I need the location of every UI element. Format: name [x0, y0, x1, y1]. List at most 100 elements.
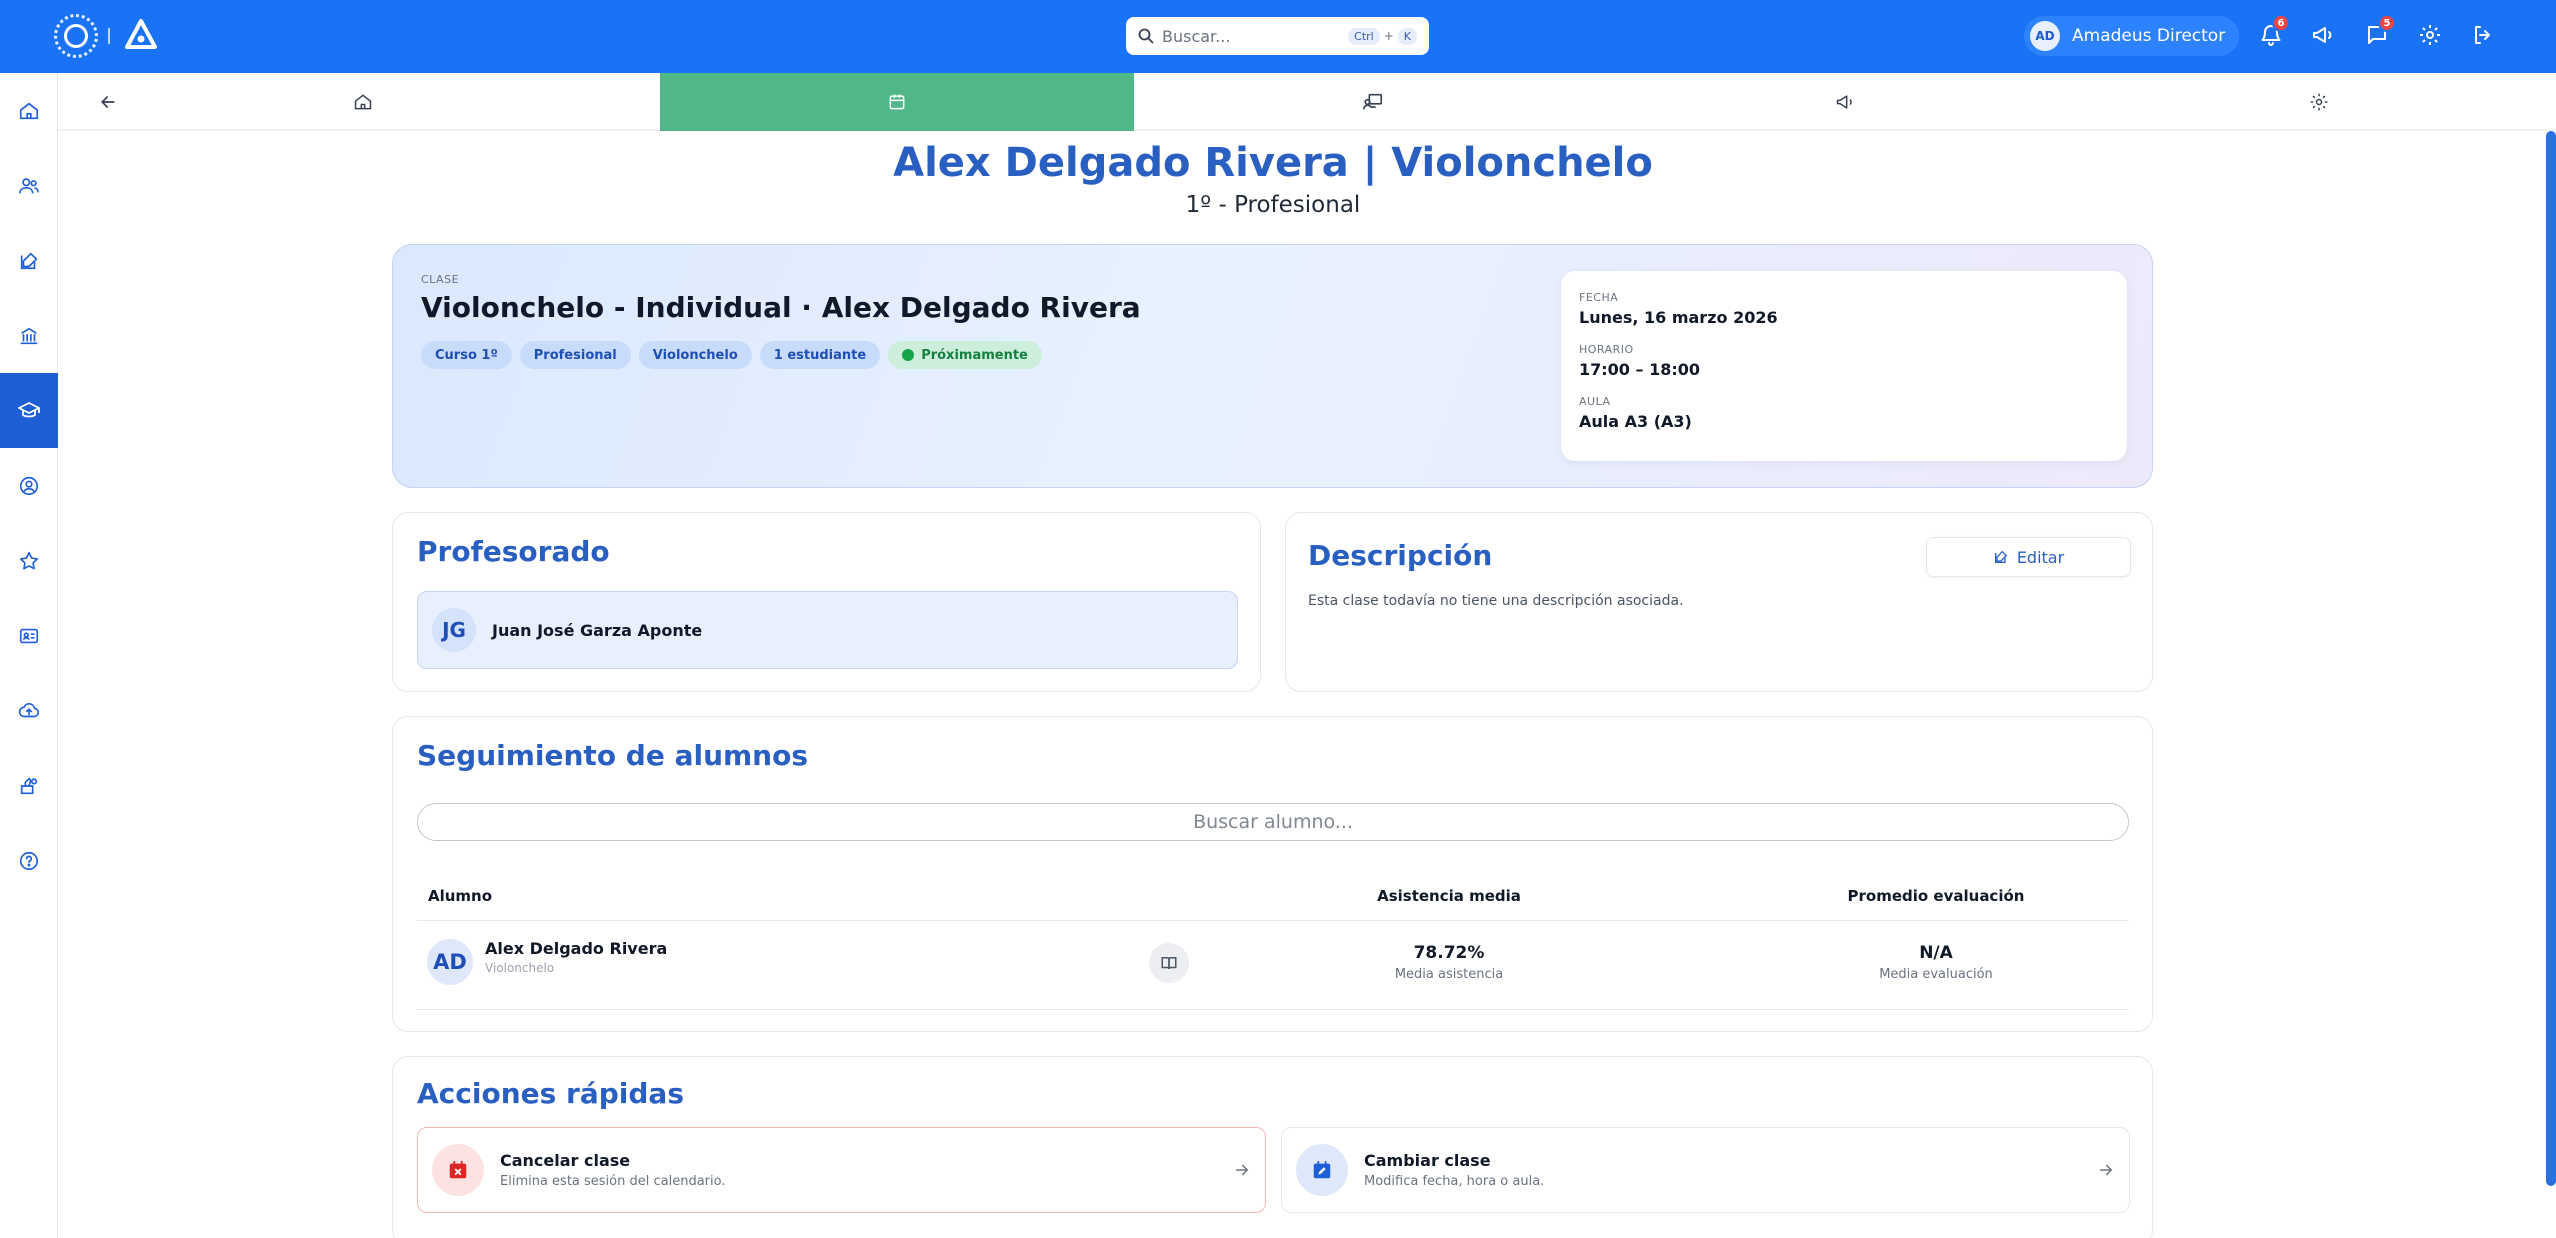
sidebar-item-users[interactable] — [0, 148, 58, 223]
left-sidebar — [0, 73, 58, 1238]
sidebar-item-payments[interactable] — [0, 748, 58, 823]
students-panel: Seguimiento de alumnos Alumno Asistencia… — [392, 716, 2153, 1032]
cancel-class-icon-wrap — [432, 1144, 484, 1196]
announcements-button[interactable] — [2308, 20, 2338, 50]
edit-description-button[interactable]: Editar — [1926, 537, 2131, 577]
teacher-name: Juan José Garza Aponte — [492, 620, 703, 640]
messages-badge: 5 — [2378, 14, 2396, 32]
evaluation-value: N/A — [1919, 943, 1953, 963]
gear-icon — [2310, 93, 2328, 111]
back-arrow-icon — [100, 96, 115, 108]
cancel-class-subtitle: Elimina esta sesión del calendario. — [500, 1174, 726, 1189]
class-kicker: CLASE — [421, 273, 460, 286]
payments-icon — [20, 776, 38, 794]
tab-home[interactable] — [338, 73, 388, 131]
gear-icon — [2420, 25, 2440, 45]
quick-actions-title: Acciones rápidas — [417, 1077, 684, 1110]
global-search[interactable]: Ctrl + K — [1126, 17, 1429, 55]
shortcut-key-k: K — [1397, 27, 1417, 45]
attendance-metric: 78.72% Media asistencia — [1349, 943, 1549, 982]
change-class-icon-wrap — [1296, 1144, 1348, 1196]
student-avatar: AD — [427, 939, 473, 985]
evaluation-caption: Media evaluación — [1879, 967, 1993, 982]
sidebar-item-cards[interactable] — [0, 598, 58, 673]
attendance-caption: Media asistencia — [1394, 967, 1504, 982]
logout-button[interactable] — [2468, 20, 2498, 50]
class-title: Violonchelo - Individual · Alex Delgado … — [421, 291, 1141, 324]
change-class-button[interactable]: Cambiar clase Modifica fecha, hora o aul… — [1281, 1127, 2130, 1213]
cancel-class-title: Cancelar clase — [500, 1151, 631, 1170]
top-bar: Ctrl + K AD Amadeus Director 6 5 — [0, 0, 2556, 73]
page-title: Alex Delgado Rivera | Violonchelo — [893, 140, 1653, 186]
settings-button[interactable] — [2415, 20, 2445, 50]
user-circle-icon — [19, 476, 39, 495]
sidebar-item-uploads[interactable] — [0, 673, 58, 748]
calendar-icon — [889, 94, 905, 110]
id-card-icon — [19, 628, 39, 643]
sidebar-item-classes[interactable] — [0, 373, 58, 448]
status-label: Próximamente — [921, 347, 1028, 363]
help-icon — [19, 851, 39, 870]
sidebar-item-profile[interactable] — [0, 448, 58, 523]
status-badge: Próximamente — [888, 341, 1042, 369]
tab-teaching[interactable] — [1348, 73, 1398, 131]
table-divider — [417, 1009, 2129, 1010]
megaphone-icon — [1836, 95, 1852, 109]
notifications-button[interactable]: 6 — [2256, 14, 2290, 50]
student-notebook-button[interactable] — [1149, 943, 1189, 983]
student-search-input[interactable] — [417, 803, 2129, 841]
messages-button[interactable]: 5 — [2362, 14, 2396, 50]
clock-icon — [902, 349, 915, 361]
arrow-right-icon — [1236, 1164, 1249, 1176]
users-icon — [19, 177, 39, 193]
tab-announcements[interactable] — [1820, 73, 1870, 131]
chip-instrument: Violonchelo — [638, 341, 752, 369]
conservatory-seal-logo[interactable] — [54, 14, 98, 58]
chip-level: Profesional — [519, 341, 631, 369]
table-divider — [417, 920, 2129, 921]
sidebar-item-centers[interactable] — [0, 298, 58, 373]
class-chips: Curso 1º Profesional Violonchelo 1 estud… — [421, 341, 1042, 369]
column-header-student: Alumno — [428, 887, 493, 905]
chip-students: 1 estudiante — [759, 341, 881, 369]
chip-course: Curso 1º — [421, 341, 512, 369]
sidebar-item-favorites[interactable] — [0, 523, 58, 598]
teachers-title: Profesorado — [417, 535, 610, 568]
page-scrollbar[interactable] — [2546, 131, 2556, 1186]
room-label: AULA — [1579, 395, 1611, 408]
sidebar-item-home[interactable] — [0, 73, 58, 148]
star-icon — [19, 551, 39, 569]
sidebar-item-help[interactable] — [0, 823, 58, 898]
description-panel: Descripción Editar Esta clase todavía no… — [1285, 512, 2153, 692]
shortcut-key-ctrl: Ctrl — [1348, 27, 1380, 45]
book-icon — [1161, 957, 1177, 970]
back-button[interactable] — [78, 73, 138, 131]
cancel-class-button[interactable]: Cancelar clase Elimina esta sesión del c… — [417, 1127, 1266, 1213]
tab-settings[interactable] — [2294, 73, 2344, 131]
home-icon — [19, 102, 39, 119]
teacher-board-icon — [1363, 93, 1383, 110]
logo-separator — [108, 28, 110, 44]
notifications-badge: 6 — [2272, 14, 2290, 32]
tab-calendar[interactable] — [660, 73, 1134, 131]
student-name: Alex Delgado Rivera — [485, 939, 668, 958]
home-icon — [354, 94, 372, 110]
cloud-upload-icon — [18, 702, 39, 717]
app-logo-icon[interactable] — [124, 18, 158, 52]
edit-icon — [1994, 550, 2008, 563]
building-icon — [20, 327, 38, 344]
time-value: 17:00 – 18:00 — [1579, 360, 1700, 379]
evaluation-metric: N/A Media evaluación — [1836, 943, 2036, 982]
user-menu-button[interactable]: AD Amadeus Director — [2024, 16, 2240, 56]
sidebar-item-evaluations[interactable] — [0, 223, 58, 298]
date-label: FECHA — [1579, 291, 1619, 304]
user-avatar: AD — [2030, 21, 2060, 51]
user-name: Amadeus Director — [2072, 26, 2226, 46]
class-summary-card: CLASE Violonchelo - Individual · Alex De… — [392, 244, 2153, 488]
teachers-panel: Profesorado JG Juan José Garza Aponte — [392, 512, 1261, 692]
column-header-attendance: Asistencia media — [1377, 887, 1521, 905]
teacher-item[interactable]: JG Juan José Garza Aponte — [417, 591, 1238, 669]
student-instrument: Violonchelo — [485, 961, 555, 975]
page-subtitle: 1º - Profesional — [1185, 192, 1361, 218]
global-search-input[interactable] — [1162, 26, 1342, 46]
